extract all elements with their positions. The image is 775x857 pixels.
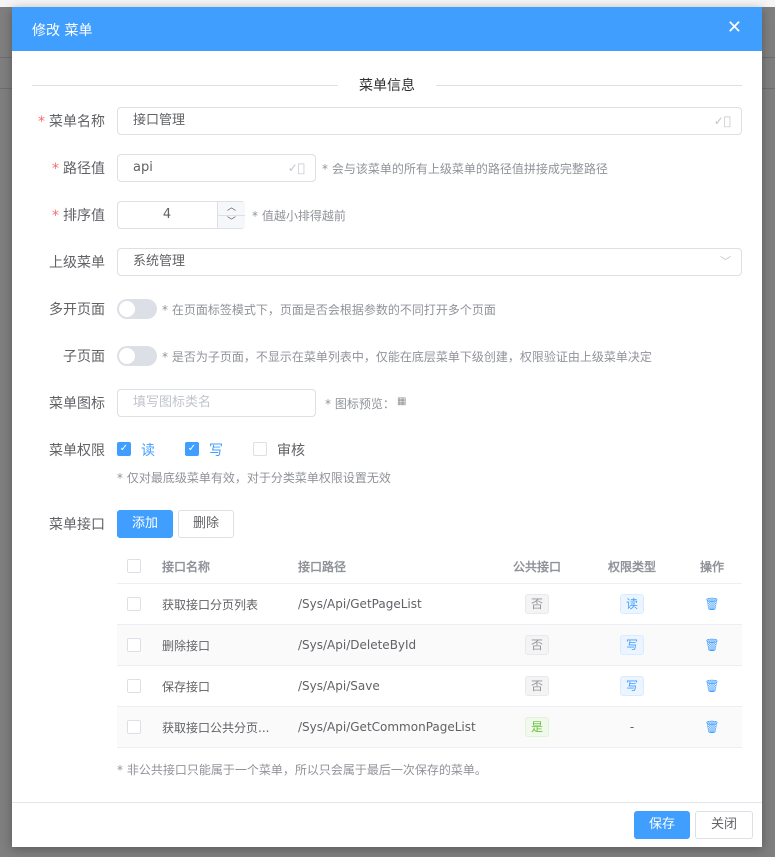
api-name: 获取接口公共分页... — [162, 720, 270, 735]
perm-empty: - — [629, 720, 635, 734]
add-api-button[interactable]: 添加 — [117, 510, 173, 538]
icon-label: 菜单图标 — [49, 396, 105, 412]
audit-checkbox[interactable] — [253, 442, 267, 456]
multi-page-label: 多开页面 — [49, 302, 105, 318]
multi-page-hint: * 在页面标签模式下，页面是否会根据参数的不同打开多个页面 — [162, 303, 496, 317]
valid-check-icon: ✓⃝ — [713, 114, 731, 128]
path-hint: * 会与该菜单的所有上级菜单的路径值拼接成完整路径 — [322, 162, 608, 176]
permissions-hint: * 仅对最底级菜单有效，对于分类菜单权限设置无效 — [117, 471, 391, 485]
read-checkbox[interactable]: ✓ — [117, 442, 131, 456]
audit-label[interactable]: 审核 — [277, 440, 305, 460]
api-table: 接口名称 接口路径 公共接口 权限类型 操作 获取接口分页列表 /Sys/Api… — [117, 549, 742, 748]
footer-divider — [12, 802, 762, 803]
row-checkbox[interactable] — [127, 720, 141, 734]
perm-tag: 读 — [619, 594, 644, 614]
section-divider — [32, 85, 338, 86]
permissions-label: 菜单权限 — [49, 443, 105, 459]
api-path: /Sys/Api/GetPageList — [298, 597, 422, 611]
trash-icon[interactable]: 🗑 — [704, 679, 719, 693]
api-name: 删除接口 — [162, 638, 211, 653]
sub-page-hint: * 是否为子页面，不显示在菜单列表中，仅能在底层菜单下级创建，权限验证由上级菜单… — [162, 350, 652, 364]
chevron-down-icon: ﹀ — [720, 255, 731, 268]
table-header: 接口名称 接口路径 公共接口 权限类型 操作 — [117, 549, 742, 584]
close-button[interactable]: 关闭 — [695, 811, 753, 839]
icon-input[interactable]: 填写图标类名 — [117, 389, 316, 417]
table-row: 删除接口 /Sys/Api/DeleteById 否 写 🗑 — [117, 625, 742, 666]
col-actions: 操作 — [699, 559, 724, 574]
decrease-icon[interactable]: ﹀ — [218, 215, 245, 228]
table-row: 获取接口公共分页... /Sys/Api/GetCommonPageList 是… — [117, 707, 742, 748]
api-path: /Sys/Api/DeleteById — [298, 638, 417, 652]
parent-label: 上级菜单 — [49, 255, 105, 271]
col-perm: 权限类型 — [607, 559, 656, 574]
dialog-header: 修改 菜单 ✕ — [12, 7, 762, 51]
table-row: 获取接口分页列表 /Sys/Api/GetPageList 否 读 🗑 — [117, 584, 742, 625]
edit-menu-dialog: 修改 菜单 ✕ 菜单信息 * 菜单名称 接口管理 ✓⃝ * 路径值 api ✓⃝ * 会… — [12, 7, 762, 847]
sort-hint: * 值越小排得越前 — [252, 209, 346, 223]
multi-page-toggle[interactable] — [117, 299, 157, 319]
api-name: 获取接口分页列表 — [162, 597, 259, 612]
valid-check-icon: ✓⃝ — [287, 161, 305, 175]
write-label[interactable]: 写 — [209, 440, 223, 460]
sort-stepper[interactable]: 4 ︿ ﹀ — [117, 201, 245, 229]
save-button[interactable]: 保存 — [634, 811, 690, 839]
section-divider — [436, 85, 742, 86]
dialog-title: 修改 菜单 — [32, 23, 93, 39]
perm-tag: 写 — [619, 676, 644, 696]
perm-tag: 写 — [619, 635, 644, 655]
sub-page-toggle[interactable] — [117, 346, 157, 366]
col-path: 接口路径 — [298, 559, 347, 574]
menu-name-label: * 菜单名称 — [38, 114, 105, 130]
trash-icon[interactable]: 🗑 — [704, 638, 719, 652]
path-input[interactable]: api ✓⃝ — [117, 154, 316, 182]
menu-name-input[interactable]: 接口管理 ✓⃝ — [117, 107, 742, 135]
page-top-bar — [0, 0, 775, 7]
select-all-checkbox[interactable] — [127, 559, 141, 573]
row-checkbox[interactable] — [127, 638, 141, 652]
delete-api-button[interactable]: 删除 — [178, 510, 234, 538]
path-label: * 路径值 — [52, 161, 105, 177]
row-checkbox[interactable] — [127, 597, 141, 611]
api-name: 保存接口 — [162, 679, 211, 694]
grid-icon: ▦ — [397, 396, 407, 407]
write-checkbox[interactable]: ✓ — [185, 442, 199, 456]
public-tag: 否 — [524, 594, 549, 614]
icon-preview-hint: * 图标预览： — [325, 397, 395, 411]
api-path: /Sys/Api/Save — [298, 679, 380, 693]
public-tag: 是 — [524, 717, 549, 737]
api-note: * 非公共接口只能属于一个菜单，所以只会属于最后一次保存的菜单。 — [117, 763, 487, 777]
row-checkbox[interactable] — [127, 679, 141, 693]
close-icon[interactable]: ✕ — [727, 17, 742, 38]
col-public: 公共接口 — [512, 559, 561, 574]
trash-icon[interactable]: 🗑 — [704, 720, 719, 734]
trash-icon[interactable]: 🗑 — [704, 597, 719, 611]
sub-page-label: 子页面 — [63, 349, 105, 365]
sort-label: * 排序值 — [52, 208, 105, 224]
col-name: 接口名称 — [162, 559, 211, 574]
public-tag: 否 — [524, 676, 549, 696]
increase-icon[interactable]: ︿ — [218, 202, 245, 215]
apis-label: 菜单接口 — [49, 517, 105, 533]
parent-select[interactable]: 系统管理 ﹀ — [117, 248, 742, 276]
table-row: 保存接口 /Sys/Api/Save 否 写 🗑 — [117, 666, 742, 707]
section-title: 菜单信息 — [359, 78, 415, 94]
public-tag: 否 — [524, 635, 549, 655]
read-label[interactable]: 读 — [141, 440, 155, 460]
api-path: /Sys/Api/GetCommonPageList — [298, 720, 476, 734]
